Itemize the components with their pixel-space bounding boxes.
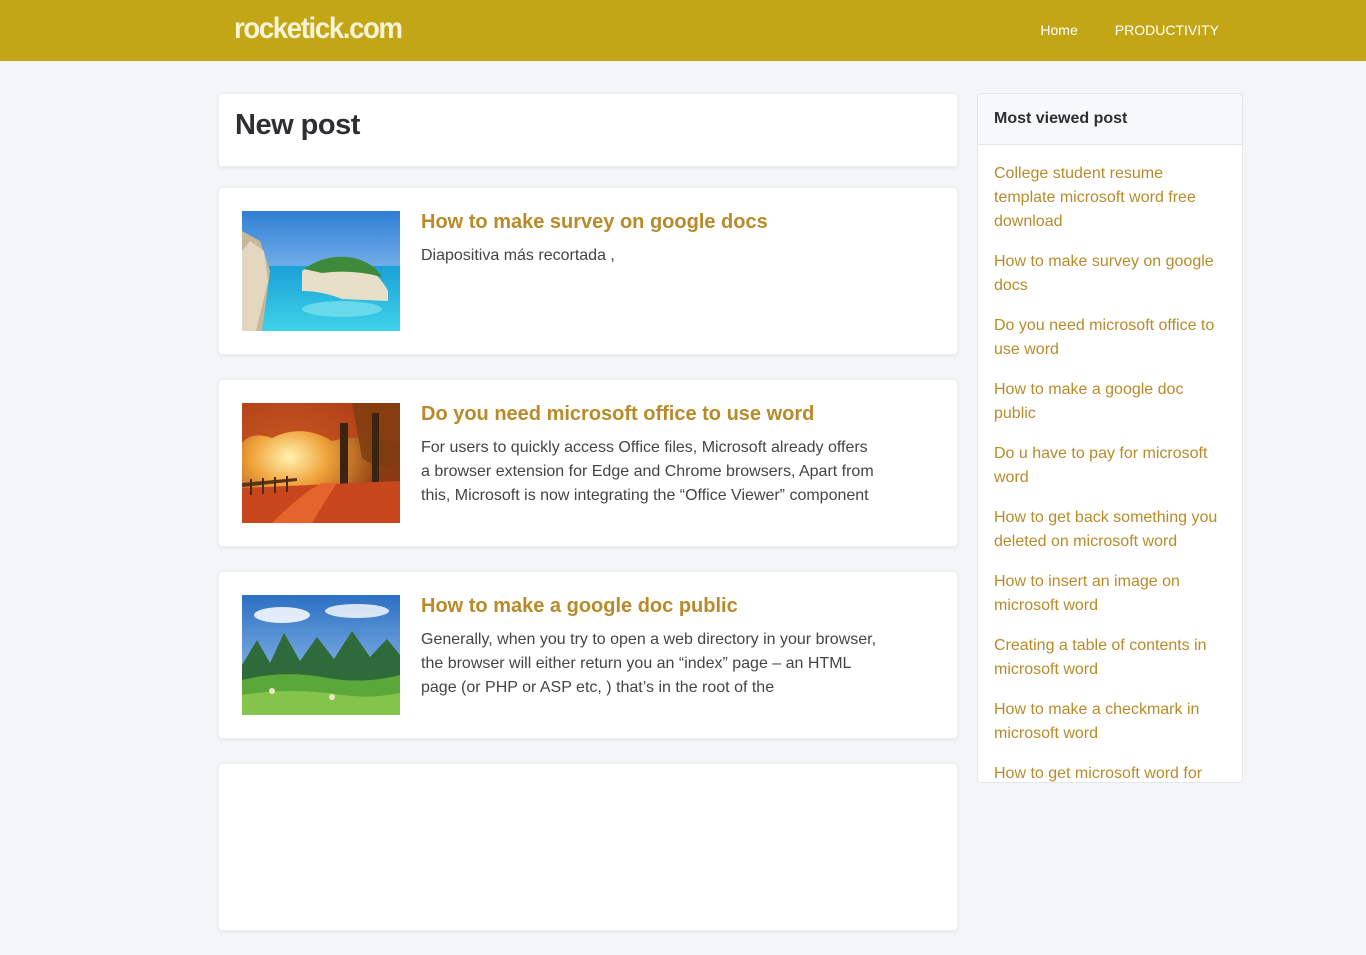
most-viewed-link[interactable]: How to make a google doc public xyxy=(994,378,1226,426)
site-logo[interactable]: rocketick.com xyxy=(234,12,403,46)
most-viewed-link[interactable]: How to insert an image on microsoft word xyxy=(994,570,1226,618)
nav-productivity-link[interactable]: PRODUCTIVITY xyxy=(1115,22,1219,38)
list-item: College student resume template microsof… xyxy=(994,162,1226,234)
post-title-link[interactable]: How to make survey on google docs xyxy=(421,211,768,234)
most-viewed-sidebar: Most viewed post College student resume … xyxy=(977,93,1243,783)
post-excerpt: Generally, when you try to open a web di… xyxy=(421,631,877,696)
list-item: How to get back something you deleted on… xyxy=(994,506,1226,554)
site-header: rocketick.com Home PRODUCTIVITY xyxy=(0,0,1366,61)
sidebar-title: Most viewed post xyxy=(978,94,1242,145)
list-item: Do you need microsoft office to use word xyxy=(994,314,1226,362)
post-title-link[interactable]: Do you need microsoft office to use word xyxy=(421,403,814,426)
nav-home-link[interactable]: Home xyxy=(1040,22,1077,38)
most-viewed-link[interactable]: Do you need microsoft office to use word xyxy=(994,314,1226,362)
main-nav: Home PRODUCTIVITY xyxy=(1040,22,1219,38)
most-viewed-list: College student resume template microsof… xyxy=(978,145,1242,782)
most-viewed-link[interactable]: How to make a checkmark in microsoft wor… xyxy=(994,698,1226,746)
most-viewed-link[interactable]: How to make survey on google docs xyxy=(994,250,1226,298)
most-viewed-link[interactable]: How to get back something you deleted on… xyxy=(994,506,1226,554)
list-item: How to make survey on google docs xyxy=(994,250,1226,298)
post-card xyxy=(218,763,958,931)
list-item: Creating a table of contents in microsof… xyxy=(994,634,1226,682)
main-content: New post How to make survey on google do… xyxy=(218,93,958,955)
list-item: How to make a checkmark in microsoft wor… xyxy=(994,698,1226,746)
list-item: How to get microsoft word for xyxy=(994,762,1226,782)
most-viewed-link[interactable]: Creating a table of contents in microsof… xyxy=(994,634,1226,682)
post-card: How to make a google doc public Generall… xyxy=(218,571,958,739)
post-card: Do you need microsoft office to use word… xyxy=(218,379,958,547)
post-card: How to make survey on google docs Diapos… xyxy=(218,187,958,355)
post-thumbnail[interactable] xyxy=(242,403,400,523)
post-excerpt: For users to quickly access Office files… xyxy=(421,439,874,504)
most-viewed-link[interactable]: How to get microsoft word for xyxy=(994,762,1226,782)
most-viewed-link[interactable]: Do u have to pay for microsoft word xyxy=(994,442,1226,490)
post-title-link[interactable]: How to make a google doc public xyxy=(421,595,738,618)
list-item: How to make a google doc public xyxy=(994,378,1226,426)
list-item: Do u have to pay for microsoft word xyxy=(994,442,1226,490)
autumn-forest-path-photo xyxy=(242,403,400,523)
post-thumbnail[interactable] xyxy=(242,211,400,331)
most-viewed-link[interactable]: College student resume template microsof… xyxy=(994,162,1226,234)
coastal-cliff-beach-photo xyxy=(242,211,400,331)
section-heading: New post xyxy=(235,109,360,141)
post-thumbnail[interactable] xyxy=(242,595,400,715)
green-mountain-valley-photo xyxy=(242,595,400,715)
list-item: How to insert an image on microsoft word xyxy=(994,570,1226,618)
section-heading-card: New post xyxy=(218,93,958,167)
post-excerpt: Diapositiva más recortada , xyxy=(421,247,615,264)
